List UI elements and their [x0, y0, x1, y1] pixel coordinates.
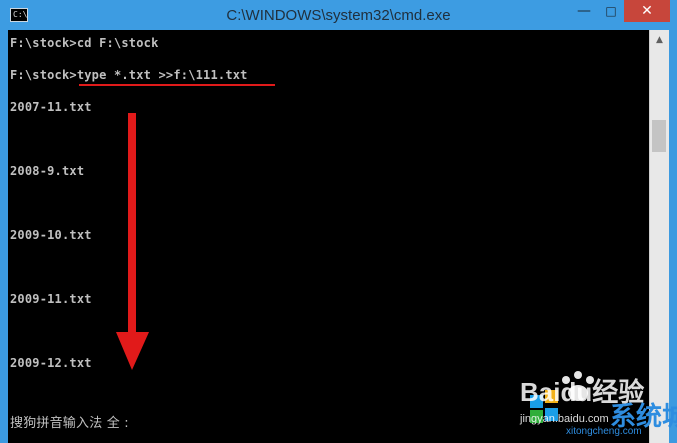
down-arrow-shaft [128, 113, 136, 335]
site-url-watermark: xitongcheng.com [566, 426, 642, 437]
baidu-url-watermark: jingyan.baidu.com [520, 413, 609, 425]
down-arrow-icon [116, 332, 149, 370]
